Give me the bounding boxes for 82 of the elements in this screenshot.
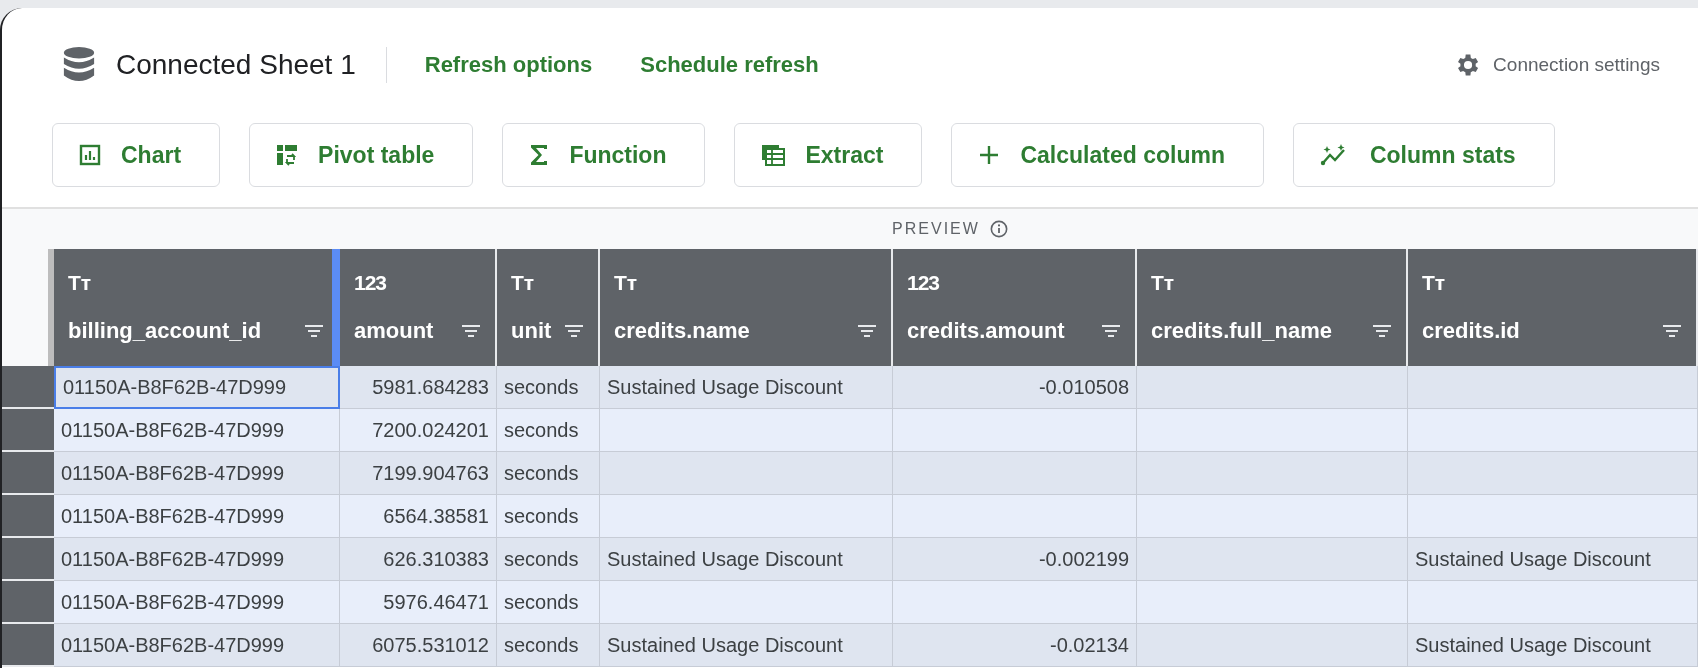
table-cell: 5981.684283 <box>340 366 497 409</box>
column-header[interactable]: Tт credits.id <box>1408 249 1698 366</box>
toolbar-button[interactable]: Column stats <box>1292 123 1555 187</box>
toolbar-button[interactable]: Extract <box>734 123 923 187</box>
toolbar-button[interactable]: Chart <box>52 123 221 187</box>
column-name: credits.name <box>614 317 750 344</box>
table-cell: 01150A-B8F62B-47D999 <box>54 495 340 538</box>
table-cell: 01150A-B8F62B-47D999 <box>54 538 340 581</box>
filter-icon[interactable] <box>1101 323 1121 338</box>
row-header[interactable] <box>2 538 54 581</box>
column-header[interactable]: Tт credits.full_name <box>1137 249 1408 366</box>
column-name: amount <box>354 317 434 344</box>
filter-icon[interactable] <box>1662 323 1682 338</box>
type-label: Tт <box>614 271 639 296</box>
table-cell: 7200.024201 <box>340 409 497 452</box>
column-name: credits.amount <box>907 317 1065 344</box>
toolbar-button[interactable]: Function <box>502 123 706 187</box>
table-cell: Sustained Usage Discount <box>600 624 893 667</box>
row-header[interactable] <box>2 452 54 495</box>
type-label: 123 <box>354 271 388 296</box>
filter-icon[interactable] <box>304 323 324 338</box>
table-cell: seconds <box>497 495 600 538</box>
table-cell: -0.02134 <box>893 624 1137 667</box>
table-cell: Sustained Usage Discount <box>600 538 893 581</box>
filter-icon[interactable] <box>857 323 877 338</box>
plus-icon <box>978 144 1001 166</box>
connection-settings-link[interactable]: Connection settings <box>1493 54 1660 76</box>
table-cell: seconds <box>497 452 600 495</box>
row-header[interactable] <box>2 409 54 452</box>
table-cell: 7199.904763 <box>340 452 497 495</box>
header-link[interactable]: Schedule refresh <box>640 52 819 78</box>
type-label: 123 <box>907 271 941 296</box>
type-label: Tт <box>511 271 536 296</box>
column-name: credits.id <box>1422 317 1520 344</box>
header-link[interactable]: Refresh options <box>424 52 593 78</box>
table-cell: seconds <box>497 366 600 409</box>
table-cell: 01150A-B8F62B-47D999 <box>54 581 340 624</box>
row-header[interactable] <box>2 366 54 409</box>
bar-chart-icon <box>79 144 101 166</box>
database-icon <box>62 46 96 84</box>
column-header[interactable]: Tт unit <box>497 249 600 366</box>
type-label: Tт <box>68 271 93 296</box>
filter-icon[interactable] <box>1372 323 1392 338</box>
table-cell: Sustained Usage Discount <box>600 366 893 409</box>
table-cell: Sustained Usage Discount <box>1408 538 1698 581</box>
row-header[interactable] <box>2 624 54 667</box>
filter-icon[interactable] <box>461 323 481 338</box>
table-cell: 5976.46471 <box>340 581 497 624</box>
column-header[interactable]: Tт billing_account_id <box>54 249 340 366</box>
table-cell: 6075.531012 <box>340 624 497 667</box>
type-label: Tт <box>1422 271 1447 296</box>
table-cell: 01150A-B8F62B-47D999 <box>54 366 340 409</box>
column-header[interactable]: 123 amount <box>340 249 497 366</box>
column-name: unit <box>511 317 552 344</box>
toolbar-button[interactable]: Pivot table <box>249 123 474 187</box>
column-header[interactable]: 123 credits.amount <box>893 249 1137 366</box>
sheet-title: Connected Sheet 1 <box>116 49 356 81</box>
table-cell: -0.002199 <box>893 538 1137 581</box>
type-label: Tт <box>1151 271 1176 296</box>
column-name: billing_account_id <box>68 317 262 344</box>
table-cell: seconds <box>497 409 600 452</box>
table-cell: seconds <box>497 624 600 667</box>
sigma-icon <box>529 144 550 166</box>
info-icon[interactable] <box>989 220 1008 238</box>
row-header[interactable] <box>2 495 54 538</box>
table-icon <box>761 144 786 166</box>
preview-label: PREVIEW <box>892 220 980 238</box>
table-cell: seconds <box>497 581 600 624</box>
filter-icon[interactable] <box>564 323 584 338</box>
table-cell: 6564.38581 <box>340 495 497 538</box>
column-header[interactable]: Tт credits.name <box>600 249 893 366</box>
table-cell: seconds <box>497 538 600 581</box>
column-name: credits.full_name <box>1151 317 1332 344</box>
table-cell: 01150A-B8F62B-47D999 <box>54 452 340 495</box>
row-header[interactable] <box>2 581 54 624</box>
table-cell: 01150A-B8F62B-47D999 <box>54 409 340 452</box>
table-cell: 01150A-B8F62B-47D999 <box>54 624 340 667</box>
table-cell: 626.310383 <box>340 538 497 581</box>
table-cell: Sustained Usage Discount <box>1408 624 1698 667</box>
pivot-table-icon <box>276 144 299 166</box>
table-cell: -0.010508 <box>893 366 1137 409</box>
toolbar-button[interactable]: Calculated column <box>951 123 1264 187</box>
